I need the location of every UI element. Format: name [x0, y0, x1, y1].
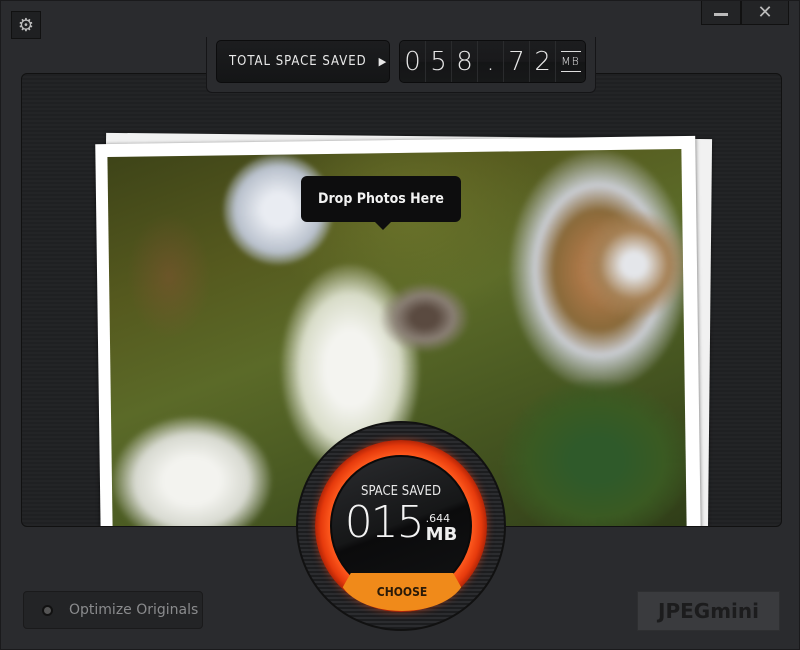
choose-button[interactable]: CHOOSE	[338, 573, 466, 611]
optimize-originals-label: Optimize Originals	[69, 602, 199, 618]
minimize-icon	[714, 13, 728, 16]
counter-digit: 2	[530, 41, 557, 82]
counter-digit: 7	[504, 41, 531, 82]
photo-butterfly	[379, 282, 471, 354]
total-space-saved-label: TOTAL SPACE SAVED	[229, 54, 367, 69]
photo-flower	[578, 208, 687, 321]
close-icon: ✕	[757, 2, 773, 23]
counter-unit: MB	[556, 41, 585, 82]
photo-leaf	[500, 378, 687, 526]
drop-photos-tooltip: Drop Photos Here	[301, 176, 461, 230]
optimize-originals-toggle[interactable]: Optimize Originals	[23, 591, 203, 629]
counter-digit: 8	[452, 41, 479, 82]
minimize-button[interactable]	[701, 1, 741, 25]
counter-decimal-point: .	[478, 41, 505, 82]
play-arrow-icon: ▶	[378, 55, 388, 68]
photo-flower	[111, 414, 273, 526]
counter-digit: 0	[400, 41, 427, 82]
unit-line	[560, 71, 581, 72]
unit-line	[560, 51, 581, 52]
total-space-saved-button[interactable]: TOTAL SPACE SAVED ▶	[216, 40, 390, 83]
gear-icon: ⚙	[17, 14, 35, 36]
app-window: ⚙ ✕ Drop Photos Here TOTAL SPACE SAVED ▶…	[0, 0, 800, 650]
gauge-value-unit: MB	[425, 524, 458, 545]
counter-digit: 5	[426, 41, 453, 82]
counter-unit-label: MB	[561, 55, 580, 68]
gauge-value: 015 .644 MB	[345, 501, 458, 545]
gauge-value-integer: 015	[344, 497, 425, 548]
jpegmini-logo[interactable]: JPEGmini	[637, 591, 780, 631]
space-saved-gauge: SPACE SAVED 015 .644 MB CHOOSE	[296, 421, 506, 631]
total-space-counter: 0 5 8 . 7 2 MB	[399, 40, 586, 83]
gauge-value-side: .644 MB	[426, 512, 458, 545]
close-button[interactable]: ✕	[741, 1, 789, 25]
settings-button[interactable]: ⚙	[11, 11, 41, 39]
radio-indicator[interactable]	[42, 604, 53, 616]
